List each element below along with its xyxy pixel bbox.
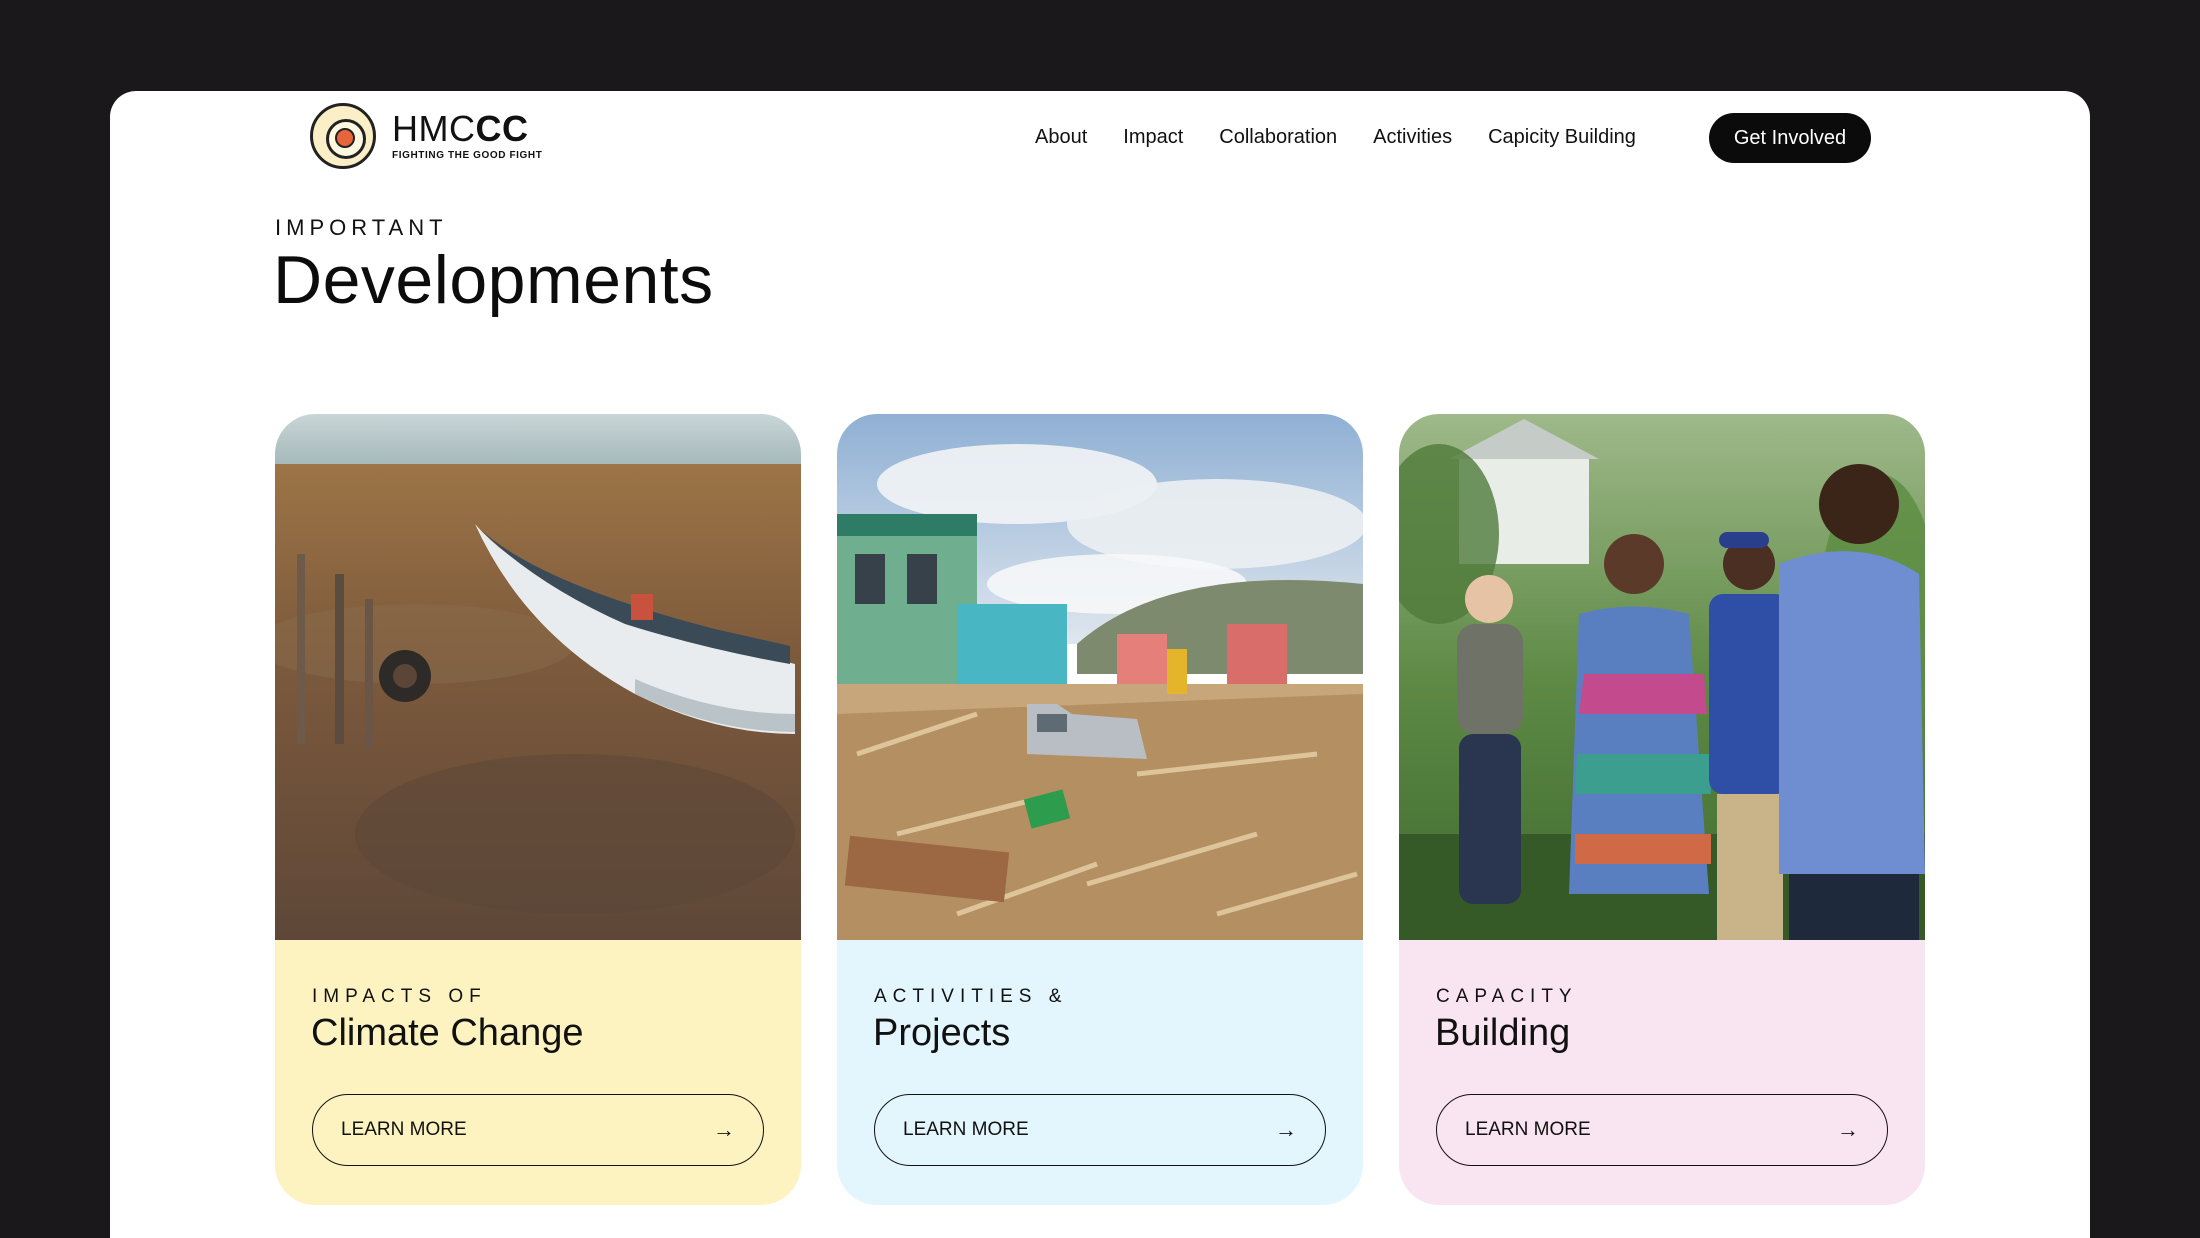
nav-impact[interactable]: Impact <box>1123 126 1183 149</box>
nav-activities[interactable]: Activities <box>1373 126 1452 149</box>
section-eyebrow: IMPORTANT <box>275 215 448 240</box>
nav-collaboration[interactable]: Collaboration <box>1219 126 1337 149</box>
logo-name-light: HMC <box>392 108 476 149</box>
learn-more-label: LEARN MORE <box>341 1119 467 1140</box>
learn-more-label: LEARN MORE <box>1465 1119 1591 1140</box>
card-body: CAPACITY Building LEARN MORE → <box>1399 940 1925 1205</box>
learn-more-button[interactable]: LEARN MORE → <box>312 1094 764 1166</box>
nav-about[interactable]: About <box>1035 126 1087 149</box>
card-projects: ACTIVITIES & Projects LEARN MORE → <box>837 414 1363 1205</box>
nav-capacity-building[interactable]: Capicity Building <box>1488 126 1636 149</box>
main-nav: About Impact Collaboration Activities Ca… <box>1035 126 1672 149</box>
arrow-right-icon: → <box>1837 1117 1859 1142</box>
card-capacity-building: CAPACITY Building LEARN MORE → <box>1399 414 1925 1205</box>
card-climate-change: IMPACTS OF Climate Change LEARN MORE → <box>275 414 801 1205</box>
card-body: IMPACTS OF Climate Change LEARN MORE → <box>275 940 801 1205</box>
arrow-right-icon: → <box>713 1117 735 1142</box>
learn-more-button[interactable]: LEARN MORE → <box>874 1094 1326 1166</box>
card-body: ACTIVITIES & Projects LEARN MORE → <box>837 940 1363 1205</box>
section-title: Developments <box>273 242 714 318</box>
card-eyebrow: CAPACITY <box>1436 986 1578 1007</box>
site-logo[interactable]: HMCCC FIGHTING THE GOOD FIGHT <box>310 103 542 169</box>
browser-page: HMCCC FIGHTING THE GOOD FIGHT About Impa… <box>110 91 2090 1238</box>
get-involved-button[interactable]: Get Involved <box>1709 113 1871 163</box>
learn-more-label: LEARN MORE <box>903 1119 1029 1140</box>
card-image-community-group <box>1399 414 1925 940</box>
card-eyebrow: ACTIVITIES & <box>874 986 1068 1007</box>
card-image-storm-debris <box>837 414 1363 940</box>
learn-more-button[interactable]: LEARN MORE → <box>1436 1094 1888 1166</box>
card-title: Building <box>1435 1012 1571 1054</box>
card-title: Projects <box>873 1012 1011 1054</box>
logo-tagline: FIGHTING THE GOOD FIGHT <box>392 150 543 161</box>
arrow-right-icon: → <box>1275 1117 1297 1142</box>
card-image-boat-shore <box>275 414 801 940</box>
logo-name-bold: CC <box>475 108 529 149</box>
logo-emblem-icon <box>310 103 376 169</box>
card-eyebrow: IMPACTS OF <box>312 986 487 1007</box>
card-title: Climate Change <box>311 1012 584 1054</box>
